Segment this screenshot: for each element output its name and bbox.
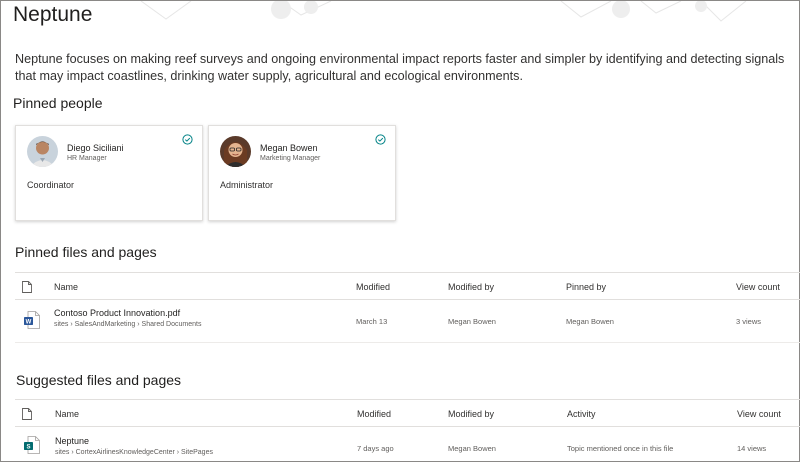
file-type-icon[interactable] [22,408,32,420]
activity: Topic mentioned once in this file [567,444,674,453]
word-document-icon: W [24,311,40,329]
page-description: Neptune focuses on making reef surveys a… [15,52,785,83]
file-path: sites › CortexAirlinesKnowledgeCenter › … [55,449,213,456]
view-count: 14 views [737,444,767,453]
file-path: sites › SalesAndMarketing › Shared Docum… [54,321,202,328]
avatar[interactable] [220,136,251,167]
table-row[interactable]: W Contoso Product Innovation.pdf sites ›… [15,300,800,343]
column-header-name[interactable]: Name [55,409,79,419]
svg-text:S: S [26,445,30,451]
verified-check-icon [375,134,386,145]
suggested-files-title: Suggested files and pages [16,372,182,388]
suggested-files-header-row: Name Modified Modified by Activity View … [15,399,800,427]
column-header-modified[interactable]: Modified [357,409,391,419]
person-role: Coordinator [27,180,75,190]
column-header-view-count[interactable]: View count [737,409,781,419]
sharepoint-page-icon: S [24,436,40,454]
person-role: Administrator [220,180,274,190]
modified-by: Megan Bowen [448,444,496,453]
modified-by: Megan Bowen [448,317,496,326]
column-header-modified[interactable]: Modified [356,282,390,292]
person-card-megan[interactable]: Megan Bowen Marketing Manager Administra… [208,125,396,221]
avatar[interactable] [27,136,58,167]
pinned-files-header-row: Name Modified Modified by Pinned by View… [15,272,800,300]
file-name-link[interactable]: Contoso Product Innovation.pdf [54,308,180,318]
svg-text:W: W [26,320,32,326]
person-card-diego[interactable]: Diego Siciliani HR Manager Coordinator [15,125,203,221]
column-header-modified-by[interactable]: Modified by [448,282,494,292]
header-pattern-decoration [140,1,747,22]
column-header-view-count[interactable]: View count [736,282,780,292]
verified-check-icon [182,134,193,145]
table-row[interactable]: S Neptune sites › CortexAirlinesKnowledg… [15,427,800,462]
column-header-activity[interactable]: Activity [567,409,596,419]
modified-date: March 13 [356,317,388,326]
person-name[interactable]: Diego Siciliani [67,143,124,153]
view-count: 3 views [736,317,762,326]
pinned-people-title: Pinned people [13,95,103,111]
person-job-title: HR Manager [67,155,107,162]
file-type-icon[interactable] [22,281,32,293]
column-header-modified-by[interactable]: Modified by [448,409,494,419]
column-header-pinned-by[interactable]: Pinned by [566,282,606,292]
modified-date: 7 days ago [357,444,394,453]
person-name[interactable]: Megan Bowen [260,143,318,153]
column-header-name[interactable]: Name [54,282,78,292]
person-job-title: Marketing Manager [260,155,321,162]
file-name-link[interactable]: Neptune [55,436,89,446]
page-title: Neptune [13,3,93,26]
pinned-files-title: Pinned files and pages [15,244,157,260]
pinned-by: Megan Bowen [566,317,614,326]
